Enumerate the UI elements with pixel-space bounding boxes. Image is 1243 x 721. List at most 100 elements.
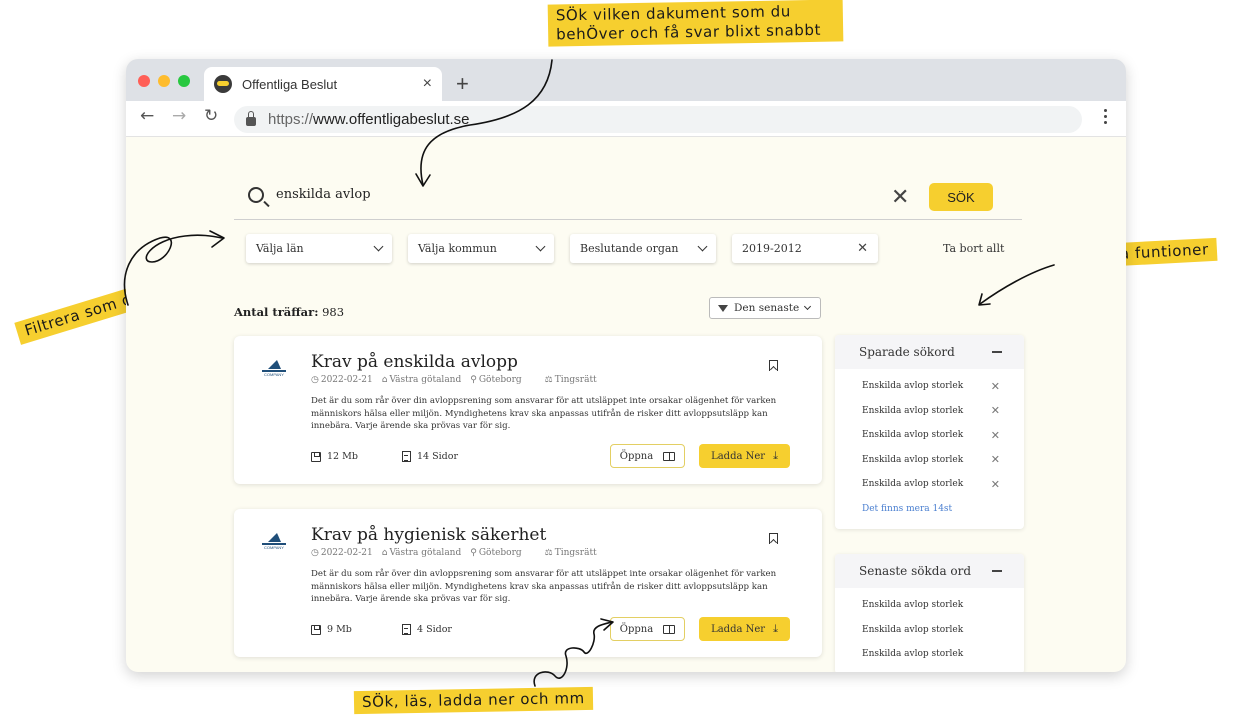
page-count-text: 4 Sidor: [417, 624, 452, 635]
floppy-icon: [311, 451, 321, 462]
bookmark-icon[interactable]: [769, 533, 778, 544]
filter-icon: [718, 304, 728, 312]
list-item[interactable]: Enskilda avlop storlek ✕: [835, 423, 1024, 448]
page-content: ✕ SÖK Välja län Välja kommun Beslutande …: [126, 137, 1126, 672]
forward-icon[interactable]: →: [172, 106, 186, 126]
tab-close-icon[interactable]: ×: [423, 75, 432, 93]
annotation-search-line2: behÖver och få svar blixt snabbt: [556, 20, 822, 44]
list-item[interactable]: Enskilda avlop storlek: [835, 642, 1024, 667]
remove-icon[interactable]: ✕: [991, 453, 1000, 466]
filter-year[interactable]: 2019-2012 ✕: [732, 234, 878, 263]
maximize-window-button[interactable]: [178, 75, 190, 87]
meta-date: ◷ 2022-02-21: [311, 375, 373, 385]
reload-icon[interactable]: ↻: [204, 106, 218, 126]
list-item-label: Enskilda avlop storlek: [862, 624, 964, 635]
download-icon: ⤓: [773, 622, 778, 635]
scales-icon: ⚖: [544, 548, 553, 558]
list-item-label: Enskilda avlop storlek: [862, 454, 964, 465]
close-window-button[interactable]: [138, 75, 150, 87]
meta-date-text: 2022-02-21: [320, 548, 373, 558]
meta-region-text: Västra götaland: [389, 375, 462, 385]
recent-searches-panel: Senaste sökda ord Enskilda avlop storlek…: [835, 554, 1024, 672]
annotation-actions: SÖk, läs, ladda ner och mm: [353, 686, 594, 714]
remove-icon[interactable]: ✕: [991, 429, 1000, 442]
filter-kommun[interactable]: Välja kommun: [408, 234, 554, 263]
logo-text: COMPANY: [264, 372, 284, 377]
list-item-label: Enskilda avlop storlek: [862, 405, 964, 416]
result-title[interactable]: Krav på hygienisk säkerhet: [311, 525, 546, 545]
result-title[interactable]: Krav på enskilda avlopp: [311, 352, 518, 372]
url-protocol: https://: [268, 111, 314, 128]
address-bar[interactable]: https://www.offentligabeslut.se: [234, 106, 1082, 133]
meta-city-text: Göteborg: [478, 375, 522, 385]
filter-label: 2019-2012: [742, 242, 802, 255]
hit-count-label: Antal träffar:: [234, 305, 319, 319]
remove-icon[interactable]: ✕: [991, 404, 1000, 417]
person-icon: ⚲: [470, 548, 477, 558]
open-label: Öppna: [619, 623, 654, 635]
filter-lan[interactable]: Välja län: [246, 234, 392, 263]
saved-searches-panel: Sparade sökord Enskilda avlop storlek ✕ E…: [835, 335, 1024, 529]
meta-region-text: Västra götaland: [389, 548, 462, 558]
list-item[interactable]: Enskilda avlop storlek ✕: [835, 448, 1024, 473]
hit-count-value: 983: [322, 305, 345, 319]
more-saved-link[interactable]: Det finns mera 14st: [862, 504, 1000, 514]
browser-toolbar: ← → ↻ https://www.offentligabeslut.se: [126, 101, 1126, 137]
collapse-icon[interactable]: [992, 351, 1002, 353]
remove-icon[interactable]: ✕: [991, 380, 1000, 393]
page-count-text: 14 Sidor: [417, 451, 458, 462]
list-item-label: Enskilda avlop storlek: [862, 479, 964, 490]
url-host: www.offentligabeslut.se: [313, 111, 470, 128]
browser-tab[interactable]: Offentliga Beslut ×: [204, 67, 442, 101]
sort-dropdown[interactable]: Den senaste: [709, 297, 821, 319]
sort-label: Den senaste: [734, 302, 800, 314]
menu-icon[interactable]: [1104, 109, 1108, 124]
collapse-icon[interactable]: [992, 570, 1002, 572]
scales-icon: ⚖: [544, 375, 553, 385]
list-item[interactable]: Enskilda avlop storlek: [835, 618, 1024, 643]
search-input[interactable]: [276, 187, 876, 202]
list-item-label: Enskilda avlop storlek: [862, 381, 964, 392]
bookmark-icon[interactable]: [769, 360, 778, 371]
window-controls: [138, 75, 190, 87]
meta-court-text: Tingsrätt: [554, 548, 597, 558]
clear-filter-icon[interactable]: ✕: [857, 241, 868, 256]
book-icon: [663, 624, 676, 634]
person-icon: ⚲: [470, 375, 477, 385]
list-item-label: Enskilda avlop storlek: [862, 649, 964, 660]
download-button[interactable]: Ladda Ner ⤓: [699, 617, 790, 641]
panel-title: Senaste sökda ord: [859, 564, 972, 578]
minimize-window-button[interactable]: [158, 75, 170, 87]
url-text[interactable]: https://www.offentligabeslut.se: [268, 111, 470, 128]
document-icon: [402, 624, 411, 635]
saved-searches-header[interactable]: Sparade sökord: [835, 335, 1024, 369]
saved-searches-list: Enskilda avlop storlek ✕ Enskilda avlop s…: [835, 369, 1024, 521]
list-item[interactable]: Enskilda avlop storlek: [835, 593, 1024, 618]
search-button[interactable]: SÖK: [929, 183, 993, 211]
new-tab-button[interactable]: +: [456, 71, 469, 97]
remove-icon[interactable]: ✕: [991, 478, 1000, 491]
clear-search-icon[interactable]: ✕: [891, 187, 909, 209]
list-item[interactable]: Enskilda avlop storlek ✕: [835, 374, 1024, 399]
page-count: 4 Sidor: [402, 624, 452, 635]
clear-all-filters-link[interactable]: Ta bort allt: [943, 242, 1004, 255]
recent-searches-list: Enskilda avlop storlek Enskilda avlop st…: [835, 588, 1024, 667]
list-item-label: Enskilda avlop storlek: [862, 600, 964, 611]
file-size: 9 Mb: [311, 624, 352, 635]
building-icon: ⌂: [381, 375, 388, 385]
result-description: Det är du som rår över din avloppsrening…: [311, 396, 777, 431]
floppy-icon: [311, 624, 321, 635]
list-item[interactable]: Enskilda avlop storlek ✕: [835, 399, 1024, 424]
download-button[interactable]: Ladda Ner ⤓: [699, 444, 790, 468]
filter-organ[interactable]: Beslutande organ: [570, 234, 716, 263]
browser-window: Offentliga Beslut × + ← → ↻ https://www.…: [126, 59, 1126, 672]
meta-city-text: Göteborg: [478, 548, 522, 558]
meta-region: ⌂ Västra götaland: [382, 375, 462, 385]
list-item[interactable]: Enskilda avlop storlek ✕: [835, 472, 1024, 497]
open-button[interactable]: Öppna: [610, 444, 685, 468]
back-icon[interactable]: ←: [140, 106, 154, 126]
favicon-icon: [214, 75, 232, 93]
recent-searches-header[interactable]: Senaste sökda ord: [835, 554, 1024, 588]
meta-city: ⚲ Göteborg: [470, 548, 521, 558]
open-button[interactable]: Öppna: [610, 617, 685, 641]
